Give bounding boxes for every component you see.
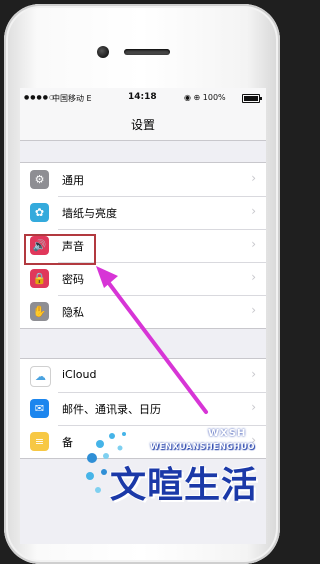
- watermark-logo: WXSH WENXUANSHENGHUO 文暄生活: [80, 404, 280, 540]
- watermark-mark: WXSH: [208, 428, 247, 439]
- watermark-brand: 文暄生活: [110, 465, 259, 506]
- watermark-pinyin: WENXUANSHENGHUO: [150, 442, 255, 451]
